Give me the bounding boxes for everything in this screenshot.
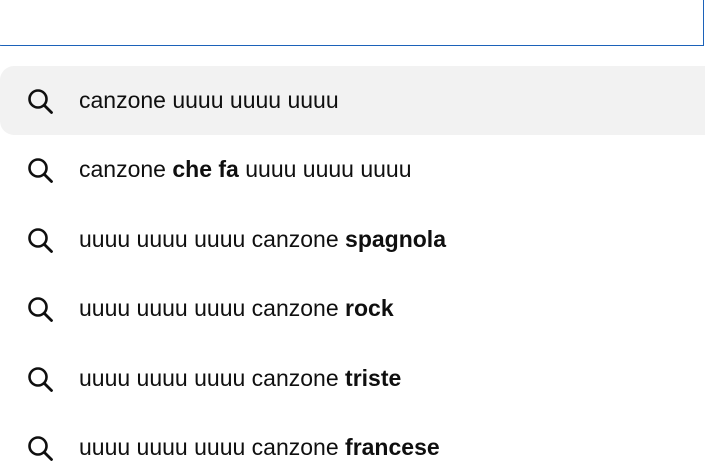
suggestion-text-bold: spagnola	[345, 225, 446, 252]
suggestion-text-part: canzone	[79, 156, 173, 183]
search-icon	[28, 366, 53, 392]
suggestion-text-bold: che fa	[172, 156, 239, 183]
suggestion-text: uuuu uuuu uuuu canzone francese	[79, 413, 440, 464]
suggestion-item[interactable]: uuuu uuuu uuuu canzone spagnola	[0, 205, 705, 274]
suggestion-text-part: uuuu uuuu uuuu canzone	[79, 433, 346, 460]
search-icon	[28, 436, 53, 461]
search-icon	[28, 158, 53, 184]
search-icon	[28, 227, 53, 253]
suggestion-text: canzone che fa uuuu uuuu uuuu	[79, 135, 412, 204]
suggestion-text-bold: francese	[345, 433, 440, 460]
suggestions-list: canzone uuuu uuuu uuuu canzone che fa uu…	[0, 66, 705, 464]
suggestion-text-part: uuuu uuuu uuuu canzone	[79, 225, 346, 252]
suggestion-item[interactable]: uuuu uuuu uuuu canzone francese	[0, 413, 705, 464]
suggestion-text-part: uuuu uuuu uuuu	[238, 156, 412, 183]
search-icon	[28, 89, 53, 114]
suggestion-item[interactable]: uuuu uuuu uuuu canzone rock	[0, 274, 705, 343]
search-icon	[28, 297, 53, 323]
suggestion-text-part: canzone uuuu uuuu uuuu	[79, 87, 339, 113]
suggestion-text-part: uuuu uuuu uuuu canzone	[79, 295, 346, 322]
suggestion-text: canzone uuuu uuuu uuuu	[79, 66, 339, 135]
suggestion-text-part: uuuu uuuu uuuu canzone	[79, 364, 346, 391]
suggestion-item[interactable]: canzone che fa uuuu uuuu uuuu	[0, 135, 705, 204]
search-box[interactable]	[0, 0, 704, 46]
suggestion-text: uuuu uuuu uuuu canzone rock	[79, 274, 394, 343]
suggestion-item[interactable]: canzone uuuu uuuu uuuu	[0, 66, 705, 136]
suggestion-text: uuuu uuuu uuuu canzone spagnola	[79, 205, 446, 274]
suggestion-text-bold: triste	[345, 364, 402, 391]
suggestion-item[interactable]: uuuu uuuu uuuu canzone triste	[0, 344, 705, 413]
suggestion-text-bold: rock	[345, 295, 394, 322]
suggestion-text: uuuu uuuu uuuu canzone triste	[79, 344, 401, 413]
search-page: canzone uuuu uuuu uuuu canzone che fa uu…	[0, 0, 705, 464]
